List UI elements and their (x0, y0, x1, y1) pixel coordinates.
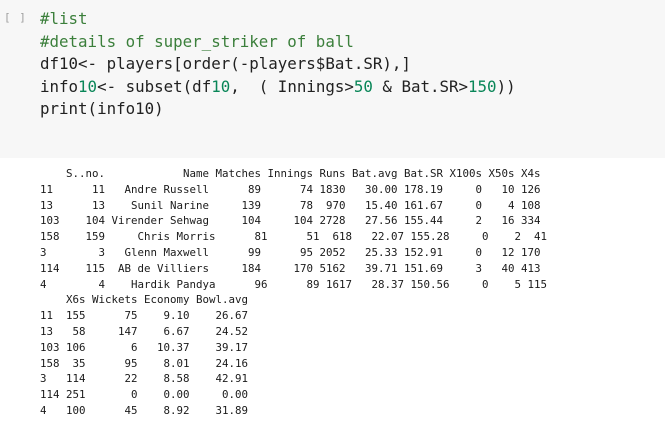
output-row: 158 35 95 8.01 24.16 (40, 356, 249, 370)
output-row: 11 11 Andre Russell 89 74 1830 30.00 178… (40, 182, 541, 196)
output-row: 11 155 75 9.10 26.67 (40, 309, 249, 323)
output-row: 158 159 Chris Morris 81 51 618 22.07 155… (40, 230, 548, 244)
output-header-1: S..no. Name Matches Innings Runs Bat.avg… (40, 167, 541, 180)
code-cell[interactable]: [ ] #list #details of super_striker of b… (0, 0, 665, 158)
output-row: 114 251 0 0.00 0.00 (40, 388, 249, 402)
code-editor[interactable]: #list #details of super_striker of ball … (40, 8, 516, 121)
output-row: 103 106 6 10.37 39.17 (40, 340, 249, 354)
output-row: 13 13 Sunil Narine 139 78 970 15.40 161.… (40, 198, 541, 212)
output-row: 3 114 22 8.58 42.91 (40, 372, 249, 386)
output-row: 3 3 Glenn Maxwell 99 95 2052 25.33 152.9… (40, 245, 541, 259)
code-line-5: print(info10) (40, 99, 164, 118)
run-cell-prompt[interactable]: [ ] (4, 11, 27, 24)
output-row: 103 104 Virender Sehwag 104 104 2728 27.… (40, 214, 541, 228)
code-line-4: info10<- subset(df10, ( Innings>50 & Bat… (40, 76, 516, 96)
output-row: 4 4 Hardik Pandya 96 89 1617 28.37 150.5… (40, 277, 548, 291)
output-row: 4 100 45 8.92 31.89 (40, 403, 249, 417)
code-line-3: df10<- players[order(-players$Bat.SR),] (40, 54, 411, 73)
output-row: 114 115 AB de Villiers 184 170 5162 39.7… (40, 261, 541, 275)
cell-output: S..no. Name Matches Innings Runs Bat.avg… (40, 166, 547, 419)
code-line-1: #list (40, 9, 88, 28)
output-header-2: X6s Wickets Economy Bowl.avg (40, 293, 249, 307)
output-row: 13 58 147 6.67 24.52 (40, 324, 249, 338)
code-line-2: #details of super_striker of ball (40, 31, 354, 51)
